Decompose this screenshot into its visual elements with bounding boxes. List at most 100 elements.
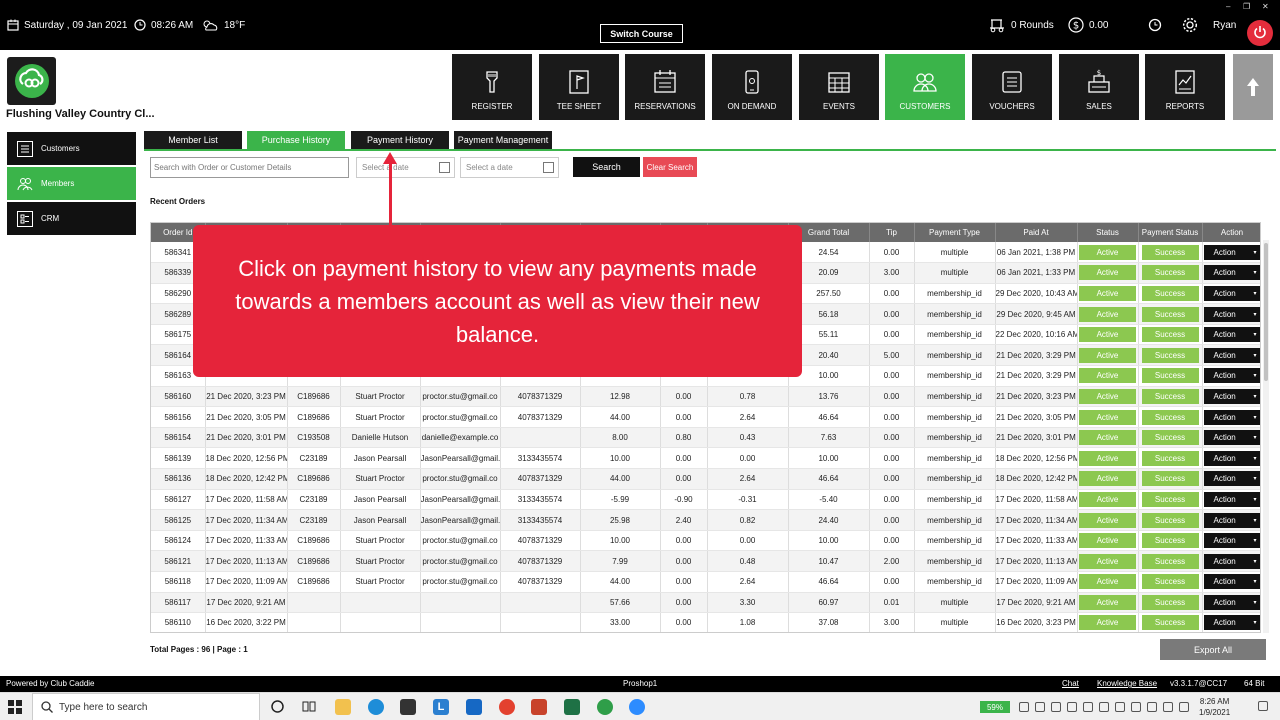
- nav-events[interactable]: EVENTS: [799, 54, 879, 120]
- action-dropdown-button[interactable]: Action ▾: [1203, 388, 1260, 404]
- file-explorer-icon[interactable]: [335, 699, 351, 715]
- table-cell: proctor.stu@gmail.co: [420, 550, 501, 572]
- wifi-icon[interactable]: [1147, 702, 1157, 712]
- action-dropdown-button[interactable]: Action ▾: [1203, 347, 1260, 363]
- nav-reports[interactable]: REPORTS: [1145, 54, 1225, 120]
- sidebar-item-crm[interactable]: CRM: [7, 202, 136, 235]
- switch-course-button[interactable]: Switch Course: [600, 24, 683, 43]
- search-input[interactable]: Search with Order or Customer Details: [150, 157, 349, 178]
- nav-reservations[interactable]: RESERVATIONS: [625, 54, 705, 120]
- tab-purchase-history[interactable]: Purchase History: [247, 131, 345, 149]
- table-row[interactable]: 586124 17 Dec 2020, 11:33 AM C189686 Stuart…: [151, 530, 1260, 552]
- table-row[interactable]: 586121 17 Dec 2020, 11:13 AM C189686 Stuart…: [151, 550, 1260, 572]
- table-row[interactable]: 586118 17 Dec 2020, 11:09 AM C189686 Stuart…: [151, 571, 1260, 593]
- sidebar-item-customers[interactable]: Customers: [7, 132, 136, 165]
- nav-on-demand[interactable]: ON DEMAND: [712, 54, 792, 120]
- table-row[interactable]: 586117 17 Dec 2020, 9:21 AM 57.66 0.00 3.30 6…: [151, 592, 1260, 614]
- notifications-icon[interactable]: [1258, 701, 1268, 711]
- keyboard-icon[interactable]: [1179, 702, 1189, 712]
- chrome-icon[interactable]: [499, 699, 515, 715]
- nav-vouchers[interactable]: VOUCHERS: [972, 54, 1052, 120]
- table-row[interactable]: 586127 17 Dec 2020, 11:58 AM C23189 Jason P…: [151, 489, 1260, 511]
- collapse-header-button[interactable]: [1233, 54, 1273, 120]
- action-dropdown-button[interactable]: Action ▾: [1203, 244, 1260, 260]
- balance-display[interactable]: $ 0.00: [1068, 0, 1108, 50]
- onedrive-icon[interactable]: [1115, 702, 1125, 712]
- search-button[interactable]: Search: [573, 157, 640, 177]
- table-row[interactable]: 586110 16 Dec 2020, 3:22 PM 33.00 0.00 1.08 3…: [151, 612, 1260, 632]
- usb-icon[interactable]: [1099, 702, 1109, 712]
- time-text: 08:26 AM: [151, 19, 194, 31]
- windows-start-icon[interactable]: [8, 700, 22, 716]
- nav-register[interactable]: REGISTER: [452, 54, 532, 120]
- tray-app-icon[interactable]: [1083, 702, 1093, 712]
- taskbar-search-input[interactable]: Type here to search: [32, 693, 260, 720]
- table-row[interactable]: 586160 21 Dec 2020, 3:23 PM C189686 Stuart …: [151, 386, 1260, 408]
- tray-app-icon[interactable]: [1035, 702, 1045, 712]
- action-dropdown-button[interactable]: Action ▾: [1203, 471, 1260, 487]
- history-button[interactable]: [1148, 0, 1162, 50]
- nav-customers[interactable]: CUSTOMERS: [885, 54, 965, 120]
- table-row[interactable]: 586154 21 Dec 2020, 3:01 PM C193508 Daniell…: [151, 427, 1260, 449]
- store-icon[interactable]: [400, 699, 416, 715]
- battery-indicator[interactable]: 59%: [980, 701, 1010, 713]
- table-row[interactable]: 586125 17 Dec 2020, 11:34 AM C23189 Jason P…: [151, 509, 1260, 531]
- end-date-input[interactable]: Select a date: [460, 157, 559, 178]
- calendar-icon[interactable]: [543, 162, 554, 173]
- settings-button[interactable]: [1182, 0, 1198, 50]
- l-app-icon[interactable]: L: [433, 699, 449, 715]
- action-dropdown-button[interactable]: Action ▾: [1203, 265, 1260, 281]
- tab-member-list[interactable]: Member List: [144, 131, 242, 149]
- action-dropdown-button[interactable]: Action ▾: [1203, 430, 1260, 446]
- taskbar-clock[interactable]: 8:26 AM 1/9/2021: [1199, 696, 1230, 718]
- tray-app-icon[interactable]: [1067, 702, 1077, 712]
- action-dropdown-button[interactable]: Action ▾: [1203, 574, 1260, 590]
- action-dropdown-button[interactable]: Action ▾: [1203, 450, 1260, 466]
- tray-app-icon[interactable]: [1051, 702, 1061, 712]
- close-icon[interactable]: ✕: [1262, 2, 1269, 11]
- action-dropdown-button[interactable]: Action ▾: [1203, 327, 1260, 343]
- action-dropdown-button[interactable]: Action ▾: [1203, 368, 1260, 384]
- table-row[interactable]: 586156 21 Dec 2020, 3:05 PM C189686 Stuart …: [151, 406, 1260, 428]
- rounds-display[interactable]: 0 Rounds: [988, 0, 1054, 50]
- action-dropdown-button[interactable]: Action ▾: [1203, 533, 1260, 549]
- minimize-icon[interactable]: –: [1226, 2, 1230, 11]
- battery-icon[interactable]: [1131, 702, 1141, 712]
- club-caddie-taskbar-icon[interactable]: [597, 699, 613, 715]
- action-dropdown-button[interactable]: Action ▾: [1203, 306, 1260, 322]
- scrollbar-thumb[interactable]: [1264, 243, 1268, 381]
- volume-icon[interactable]: [1163, 702, 1173, 712]
- table-row[interactable]: 586136 18 Dec 2020, 12:42 PM C189686 Stuart…: [151, 468, 1260, 490]
- table-cell: 18 Dec 2020, 12:42 PM: [995, 468, 1078, 490]
- cortana-icon[interactable]: [271, 700, 284, 715]
- start-date-input[interactable]: Select a date: [356, 157, 455, 178]
- people-icon[interactable]: [1019, 702, 1029, 712]
- sidebar-item-members[interactable]: Members: [7, 167, 136, 200]
- nav-tee-sheet[interactable]: TEE SHEET: [539, 54, 619, 120]
- action-dropdown-button[interactable]: Action ▾: [1203, 285, 1260, 301]
- action-dropdown-button[interactable]: Action ▾: [1203, 553, 1260, 569]
- table-row[interactable]: 586139 18 Dec 2020, 12:56 PM C23189 Jason P…: [151, 447, 1260, 470]
- chat-link[interactable]: Chat: [1062, 679, 1079, 688]
- logout-button[interactable]: [1247, 20, 1273, 46]
- tab-payment-history[interactable]: Payment History: [351, 131, 449, 149]
- action-dropdown-button[interactable]: Action ▾: [1203, 615, 1260, 631]
- restore-icon[interactable]: ❐: [1243, 2, 1250, 11]
- clear-search-button[interactable]: Clear Search: [643, 157, 697, 177]
- action-dropdown-button[interactable]: Action ▾: [1203, 409, 1260, 425]
- knowledge-base-link[interactable]: Knowledge Base: [1097, 679, 1157, 688]
- tab-payment-management[interactable]: Payment Management: [454, 131, 552, 149]
- task-view-icon[interactable]: [302, 700, 316, 715]
- excel-icon[interactable]: [564, 699, 580, 715]
- calendar-icon[interactable]: [439, 162, 450, 173]
- user-name[interactable]: Ryan: [1213, 0, 1236, 50]
- powerpoint-icon[interactable]: [531, 699, 547, 715]
- action-dropdown-button[interactable]: Action ▾: [1203, 594, 1260, 610]
- action-dropdown-button[interactable]: Action ▾: [1203, 512, 1260, 528]
- nav-sales[interactable]: $ SALES: [1059, 54, 1139, 120]
- edge-browser-icon[interactable]: [368, 699, 384, 715]
- zoom-icon[interactable]: [629, 699, 645, 715]
- action-dropdown-button[interactable]: Action ▾: [1203, 491, 1260, 507]
- mail-icon[interactable]: [466, 699, 482, 715]
- export-all-button[interactable]: Export All: [1160, 639, 1266, 660]
